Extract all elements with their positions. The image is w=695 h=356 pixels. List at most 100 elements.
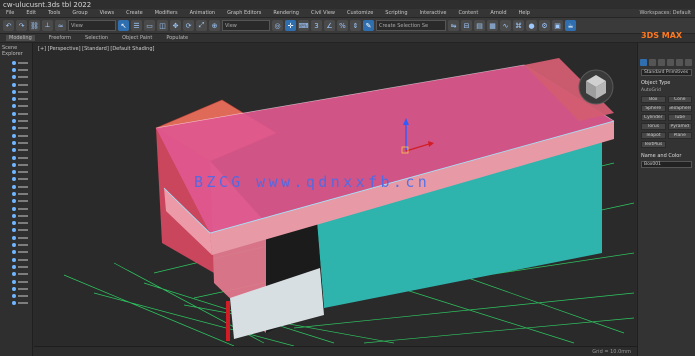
object-name-field[interactable]: Box001 xyxy=(641,161,692,168)
schematic-view-icon[interactable]: ⌘ xyxy=(513,20,524,31)
visibility-eye-icon[interactable] xyxy=(12,177,16,182)
visibility-eye-icon[interactable] xyxy=(12,133,16,138)
select-rotate-icon[interactable]: ⟳ xyxy=(183,20,194,31)
select-by-name-icon[interactable]: ☰ xyxy=(131,20,142,31)
visibility-eye-icon[interactable] xyxy=(12,191,16,196)
scene-object-row[interactable] xyxy=(0,234,32,241)
scene-object-row[interactable] xyxy=(0,81,32,88)
scene-object-row[interactable] xyxy=(0,59,32,66)
visibility-eye-icon[interactable] xyxy=(12,155,16,160)
bind-space-warp-icon[interactable]: ≈ xyxy=(55,20,66,31)
edit-named-selection-icon[interactable]: ✎ xyxy=(363,20,374,31)
utilities-tab-icon[interactable] xyxy=(685,59,692,66)
visibility-eye-icon[interactable] xyxy=(12,264,16,269)
mirror-icon[interactable]: ⇋ xyxy=(448,20,459,31)
select-move-icon[interactable]: ✥ xyxy=(170,20,181,31)
visibility-eye-icon[interactable] xyxy=(12,184,16,189)
scene-object-row[interactable] xyxy=(0,249,32,256)
autogrid-checkbox[interactable]: AutoGrid xyxy=(638,87,695,94)
visibility-eye-icon[interactable] xyxy=(12,301,16,306)
scene-object-row[interactable] xyxy=(0,212,32,219)
visibility-eye-icon[interactable] xyxy=(12,97,16,102)
teapot-button[interactable]: Teapot xyxy=(641,132,666,139)
curve-editor-icon[interactable]: ∿ xyxy=(500,20,511,31)
menu-scripting[interactable]: Scripting xyxy=(385,10,407,16)
display-tab-icon[interactable] xyxy=(676,59,683,66)
visibility-eye-icon[interactable] xyxy=(12,206,16,211)
menu-arnold[interactable]: Arnold xyxy=(490,10,506,16)
reference-coordinate-dropdown[interactable]: View xyxy=(222,20,270,31)
scene-object-row[interactable] xyxy=(0,110,32,117)
ribbon-tab-selection[interactable]: Selection xyxy=(85,35,108,41)
name-color-rollout[interactable]: Name and Color xyxy=(638,150,695,160)
visibility-eye-icon[interactable] xyxy=(12,89,16,94)
layer-explorer-icon[interactable]: ▤ xyxy=(474,20,485,31)
select-object-icon[interactable]: ↖ xyxy=(118,20,129,31)
select-scale-icon[interactable]: ⤢ xyxy=(196,20,207,31)
ribbon-tab-populate[interactable]: Populate xyxy=(166,35,188,41)
scene-object-row[interactable] xyxy=(0,176,32,183)
scene-object-row[interactable] xyxy=(0,190,32,197)
angle-snap-icon[interactable]: ∠ xyxy=(324,20,335,31)
viewport-scene[interactable] xyxy=(34,43,636,346)
scene-object-row[interactable] xyxy=(0,88,32,95)
menu-content[interactable]: Content xyxy=(458,10,478,16)
scene-object-row[interactable] xyxy=(0,300,32,307)
visibility-eye-icon[interactable] xyxy=(12,243,16,248)
tube-button[interactable]: Tube xyxy=(667,114,692,121)
menu-views[interactable]: Views xyxy=(100,10,114,16)
menu-interactive[interactable]: Interactive xyxy=(420,10,447,16)
visibility-eye-icon[interactable] xyxy=(12,60,16,65)
scene-object-row[interactable] xyxy=(0,183,32,190)
scene-object-row[interactable] xyxy=(0,139,32,146)
visibility-eye-icon[interactable] xyxy=(12,228,16,233)
scene-object-row[interactable] xyxy=(0,66,32,73)
visibility-eye-icon[interactable] xyxy=(12,213,16,218)
scene-object-row[interactable] xyxy=(0,154,32,161)
scene-object-row[interactable] xyxy=(0,256,32,263)
scene-object-row[interactable] xyxy=(0,95,32,102)
visibility-eye-icon[interactable] xyxy=(12,104,16,109)
rendered-frame-icon[interactable]: ▣ xyxy=(552,20,563,31)
scene-object-row[interactable] xyxy=(0,125,32,132)
scene-object-row[interactable] xyxy=(0,241,32,248)
scene-object-row[interactable] xyxy=(0,220,32,227)
ribbon-toggle-icon[interactable]: ▦ xyxy=(487,20,498,31)
undo-icon[interactable]: ↶ xyxy=(3,20,14,31)
scene-object-row[interactable] xyxy=(0,147,32,154)
menu-customize[interactable]: Customize xyxy=(347,10,373,16)
scene-object-row[interactable] xyxy=(0,293,32,300)
menu-help[interactable]: Help xyxy=(519,10,530,16)
visibility-eye-icon[interactable] xyxy=(12,257,16,262)
window-crossing-icon[interactable]: ◫ xyxy=(157,20,168,31)
box-button[interactable]: Box xyxy=(641,96,666,103)
scene-object-row[interactable] xyxy=(0,263,32,270)
visibility-eye-icon[interactable] xyxy=(12,170,16,175)
visibility-eye-icon[interactable] xyxy=(12,75,16,80)
pivot-center-icon[interactable]: ◎ xyxy=(272,20,283,31)
ribbon-tab-object-paint[interactable]: Object Paint xyxy=(122,35,152,41)
menu-civil-view[interactable]: Civil View xyxy=(311,10,335,16)
visibility-eye-icon[interactable] xyxy=(12,111,16,116)
align-icon[interactable]: ⊟ xyxy=(461,20,472,31)
ribbon-tab-modeling[interactable]: Modeling xyxy=(6,35,35,41)
link-icon[interactable]: ⛓ xyxy=(29,20,40,31)
visibility-eye-icon[interactable] xyxy=(12,126,16,131)
plane-button[interactable]: Plane xyxy=(667,132,692,139)
scene-object-row[interactable] xyxy=(0,205,32,212)
keyboard-shortcut-icon[interactable]: ⌨ xyxy=(298,20,309,31)
menu-modifiers[interactable]: Modifiers xyxy=(155,10,178,16)
scene-object-row[interactable] xyxy=(0,278,32,285)
place-icon[interactable]: ⊕ xyxy=(209,20,220,31)
menu-graph-editors[interactable]: Graph Editors xyxy=(227,10,261,16)
modify-tab-icon[interactable] xyxy=(649,59,656,66)
geosphere-button[interactable]: GeoSphere xyxy=(667,105,692,112)
scene-object-row[interactable] xyxy=(0,74,32,81)
textplus-button[interactable]: TextPlus xyxy=(641,141,666,148)
cone-button[interactable]: Cone xyxy=(667,96,692,103)
viewport-label[interactable]: [+] [Perspective] [Standard] [Default Sh… xyxy=(38,46,154,52)
create-tab-icon[interactable] xyxy=(640,59,647,66)
torus-button[interactable]: Torus xyxy=(641,123,666,130)
visibility-eye-icon[interactable] xyxy=(12,119,16,124)
spinner-snap-icon[interactable]: ⇕ xyxy=(350,20,361,31)
